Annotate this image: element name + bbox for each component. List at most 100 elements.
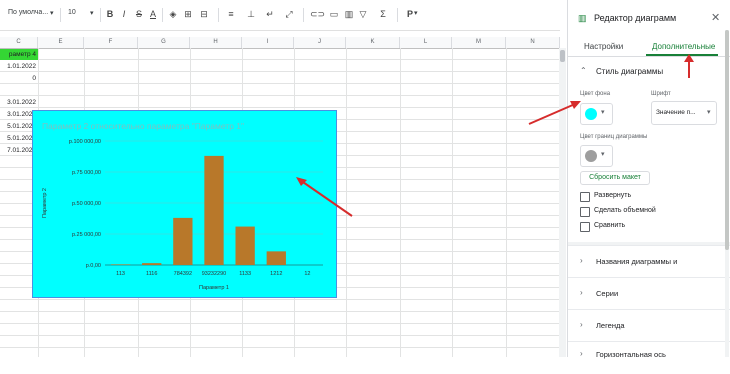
chevron-up-icon[interactable]: ⌃ (580, 66, 587, 75)
text-color-button[interactable]: A (147, 8, 159, 20)
divider (397, 8, 398, 22)
column-header[interactable]: K (346, 37, 400, 48)
compare-label: Сравнить (594, 222, 626, 229)
section-label: Горизонтальная ось (596, 350, 666, 359)
x-tick-label: 93232290 (202, 271, 226, 277)
3d-checkbox[interactable] (580, 207, 590, 217)
x-tick-label: 784392 (174, 271, 192, 277)
section-label: Названия диаграммы и (596, 257, 678, 266)
column-header[interactable]: F (84, 37, 138, 48)
y-tick-label: р.50 000,00 (72, 201, 101, 207)
font-select[interactable]: По умолча... (8, 9, 48, 16)
chevron-down-icon: ▾ (707, 109, 711, 116)
font-size-chevron-icon: ▾ (90, 10, 94, 17)
maximize-label: Развернуть (594, 192, 632, 199)
bar[interactable] (204, 155, 224, 265)
bar[interactable] (235, 226, 255, 265)
reset-layout-button[interactable]: Сбросить макет (580, 171, 650, 185)
chevron-down-icon: ▾ (601, 109, 605, 116)
divider (568, 56, 730, 57)
maximize-checkbox[interactable] (580, 192, 590, 202)
x-axis-label: Параметр 1 (199, 285, 229, 291)
cell[interactable]: 3.01.2022 (0, 97, 38, 108)
chevron-down-icon: ▾ (601, 151, 605, 158)
comment-icon[interactable]: ▭ (328, 8, 340, 20)
chart-icon[interactable]: ▥ (343, 8, 355, 20)
bar[interactable] (173, 217, 193, 265)
section-titles[interactable]: › Названия диаграммы и (568, 245, 730, 278)
section-series[interactable]: › Серии (568, 277, 730, 310)
bar[interactable] (110, 264, 131, 265)
y-axis-label: Параметр 2 (42, 188, 48, 218)
italic-button[interactable]: I (118, 8, 130, 20)
scrollbar-thumb[interactable] (560, 50, 565, 62)
strikethrough-button[interactable]: S (133, 8, 145, 20)
font-select-panel[interactable]: Значение п... ▾ (651, 101, 717, 125)
divider (100, 8, 101, 22)
x-tick-label: 1133 (239, 271, 251, 277)
column-header[interactable]: M (452, 37, 506, 48)
chart-editor-icon: ▥ (578, 13, 587, 23)
column-header[interactable]: N (506, 37, 560, 48)
divider (303, 8, 304, 22)
column-header[interactable]: C (0, 37, 38, 48)
section-horizontal-axis[interactable]: › Горизонтальная ось (568, 341, 730, 374)
panel-scrollbar-thumb[interactable] (725, 30, 729, 250)
column-header[interactable]: E (38, 37, 84, 48)
annotation-arrow (296, 177, 353, 217)
bar[interactable] (142, 263, 162, 265)
divider (162, 8, 163, 22)
y-tick-label: р.100 000,00 (69, 139, 101, 145)
toolbar: По умолча... ▾ 10 ▾ B I S A ◈ ⊞ ⊟ ≡ ⊥ ↵ … (0, 0, 560, 31)
x-tick-label: 1212 (270, 271, 282, 277)
valign-icon[interactable]: ⊥ (245, 8, 257, 20)
y-tick-label: р.75 000,00 (72, 170, 101, 176)
cell-header[interactable]: раметр 4 (0, 49, 38, 60)
filter-icon[interactable]: ▽ (357, 8, 369, 20)
cell[interactable] (0, 85, 38, 96)
link-icon[interactable]: ⊂⊃ (310, 8, 325, 20)
cell[interactable]: 1.01.2022 (0, 61, 38, 72)
x-tick-label: 12 (304, 271, 310, 277)
divider (60, 8, 61, 22)
column-header[interactable]: G (138, 37, 190, 48)
rotate-icon[interactable]: ⤢ (283, 8, 295, 20)
font-label: Шрифт (651, 91, 671, 97)
grid-line (506, 48, 507, 357)
panel-scrollbar[interactable] (725, 30, 729, 357)
border-color-label: Цвет границ диаграммы (580, 134, 648, 140)
vertical-scrollbar[interactable] (559, 48, 566, 357)
column-header[interactable]: J (294, 37, 346, 48)
borders-icon[interactable]: ⊞ (182, 8, 194, 20)
x-tick-label: 113 (116, 271, 125, 277)
chevron-right-icon: › (580, 320, 583, 329)
y-tick-label: р.25 000,00 (72, 232, 101, 238)
fill-color-icon[interactable]: ◈ (167, 8, 179, 20)
wrap-icon[interactable]: ↵ (264, 8, 276, 20)
chevron-right-icon: › (580, 256, 583, 265)
column-header[interactable]: L (400, 37, 452, 48)
bold-button[interactable]: B (104, 8, 116, 20)
chevron-right-icon: › (580, 288, 583, 297)
tab-customize[interactable]: Дополнительные (652, 42, 715, 51)
align-icon[interactable]: ≡ (225, 8, 237, 20)
font-select-chevron-icon: ▾ (50, 10, 54, 17)
column-header[interactable]: H (190, 37, 242, 48)
cell[interactable]: 0 (0, 73, 38, 84)
section-legend[interactable]: › Легенда (568, 309, 730, 342)
column-header[interactable]: I (242, 37, 294, 48)
close-icon[interactable]: ✕ (711, 11, 720, 24)
border-color-picker[interactable]: ▾ (580, 145, 613, 167)
sigma-button[interactable]: Σ (377, 8, 389, 20)
font-size-select[interactable]: 10 (68, 9, 76, 16)
section-chart-style[interactable]: Стиль диаграммы (596, 67, 663, 76)
tab-setup[interactable]: Настройки (584, 42, 623, 51)
compare-checkbox[interactable] (580, 222, 590, 232)
merge-cells-icon[interactable]: ⊟ (198, 8, 210, 20)
x-tick-label: 1116 (146, 271, 157, 277)
panel-title: Редактор диаграмм (594, 13, 677, 23)
bar[interactable] (266, 251, 286, 265)
border-color-swatch (585, 150, 597, 162)
section-label: Легенда (596, 321, 625, 330)
grid-line (452, 48, 453, 357)
